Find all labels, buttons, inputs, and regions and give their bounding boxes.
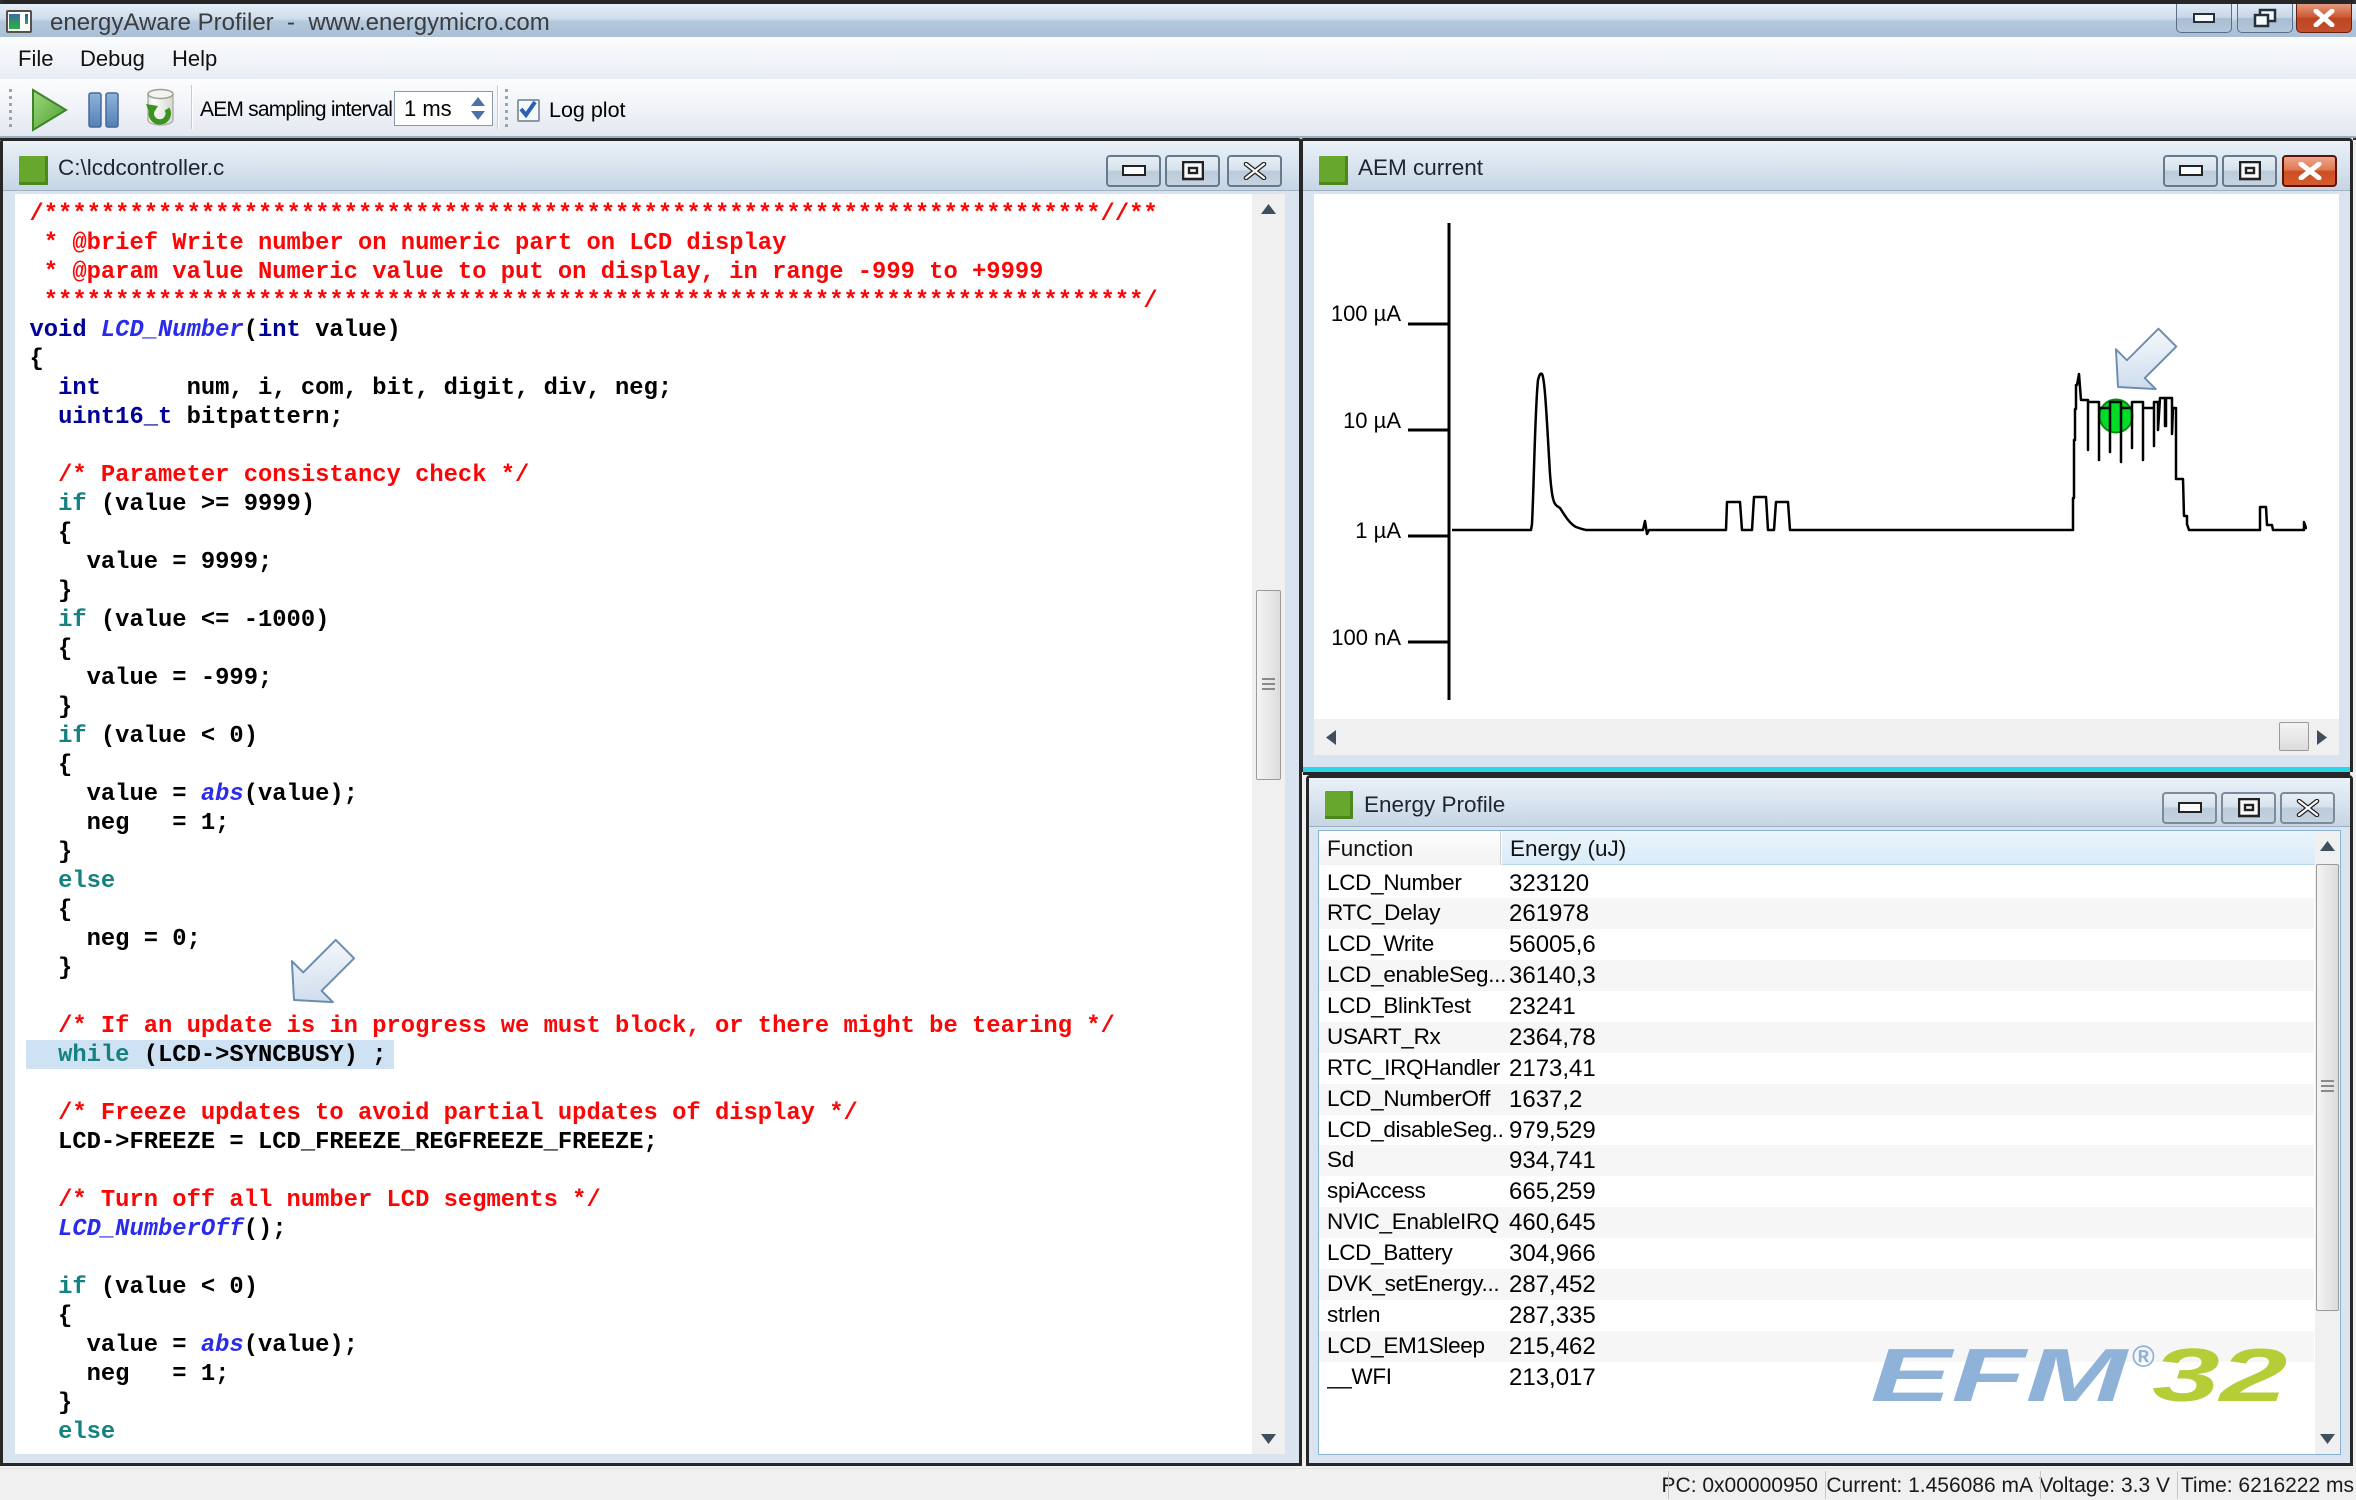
svg-text:32: 32 — [2152, 1334, 2287, 1417]
svg-text:1 µA: 1 µA — [1355, 518, 1401, 543]
svg-text:10 µA: 10 µA — [1343, 408, 1401, 433]
svg-text:100 µA: 100 µA — [1331, 301, 1401, 326]
svg-text:100 nA: 100 nA — [1331, 625, 1401, 650]
svg-text:®: ® — [2132, 1339, 2155, 1374]
svg-text:EFM: EFM — [1870, 1334, 2129, 1417]
